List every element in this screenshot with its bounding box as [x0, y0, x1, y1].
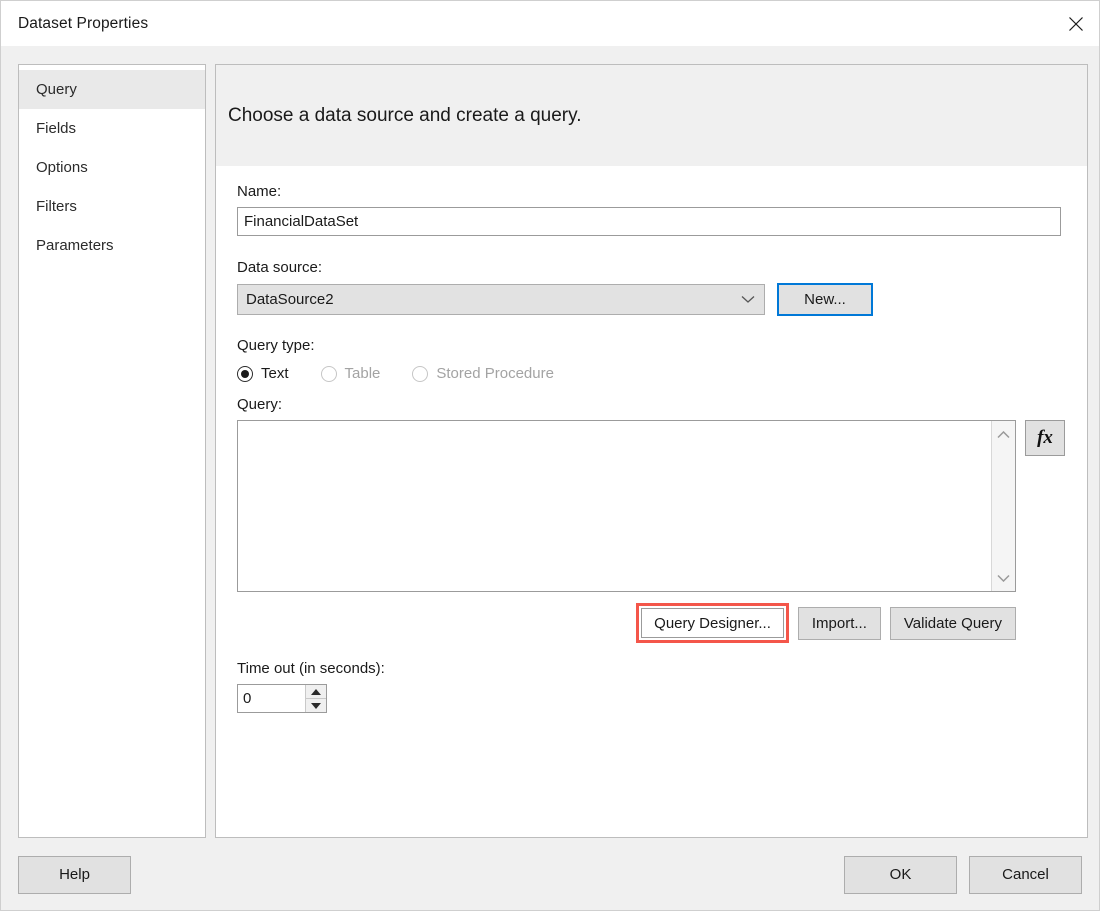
sidebar-item-label: Fields — [36, 120, 76, 137]
ok-button[interactable]: OK — [844, 856, 957, 894]
radio-indicator — [237, 366, 253, 382]
chevron-down-icon[interactable] — [997, 569, 1010, 586]
radio-query-type-table[interactable]: Table — [321, 365, 381, 382]
sidebar-item-filters[interactable]: Filters — [19, 187, 205, 226]
fx-icon: fx — [1037, 427, 1053, 449]
data-source-select[interactable]: DataSource2 — [237, 284, 765, 315]
data-source-label: Data source: — [237, 259, 1065, 276]
radio-label: Text — [261, 365, 289, 382]
timeout-input[interactable] — [238, 685, 305, 712]
import-button[interactable]: Import... — [798, 607, 881, 640]
query-designer-button[interactable]: Query Designer... — [641, 608, 784, 638]
radio-label: Table — [345, 365, 381, 382]
sidebar-item-label: Options — [36, 159, 88, 176]
name-input[interactable] — [237, 207, 1061, 236]
page-title: Choose a data source and create a query. — [228, 105, 582, 127]
radio-indicator — [321, 366, 337, 382]
radio-indicator — [412, 366, 428, 382]
highlight-annotation: Query Designer... — [636, 603, 789, 643]
new-data-source-button[interactable]: New... — [777, 283, 873, 316]
query-label: Query: — [237, 396, 1065, 413]
validate-query-button[interactable]: Validate Query — [890, 607, 1016, 640]
dialog-footer: Help OK Cancel — [1, 839, 1099, 910]
radio-label: Stored Procedure — [436, 365, 554, 382]
content-main: Name: Data source: DataSource2 New... — [216, 166, 1087, 837]
sidebar-nav: Query Fields Options Filters Parameters — [18, 64, 206, 838]
triangle-down-icon[interactable] — [306, 698, 326, 712]
sidebar-item-fields[interactable]: Fields — [19, 109, 205, 148]
sidebar-item-parameters[interactable]: Parameters — [19, 226, 205, 265]
sidebar-item-options[interactable]: Options — [19, 148, 205, 187]
query-scrollbar[interactable] — [991, 421, 1015, 591]
radio-query-type-stored-procedure[interactable]: Stored Procedure — [412, 365, 554, 382]
radio-query-type-text[interactable]: Text — [237, 365, 289, 382]
query-area-row: fx — [237, 420, 1065, 592]
sidebar-item-label: Query — [36, 81, 77, 98]
chevron-up-icon[interactable] — [997, 426, 1010, 443]
data-source-row: DataSource2 New... — [237, 283, 1065, 316]
close-icon[interactable] — [1053, 1, 1099, 46]
timeout-stepper — [237, 684, 327, 713]
dialog-body: Query Fields Options Filters Parameters … — [1, 46, 1099, 839]
query-type-label: Query type: — [237, 337, 1065, 354]
content-panel: Choose a data source and create a query.… — [215, 64, 1088, 838]
window-title: Dataset Properties — [18, 15, 148, 33]
help-button[interactable]: Help — [18, 856, 131, 894]
expression-button[interactable]: fx — [1025, 420, 1065, 456]
triangle-up-icon[interactable] — [306, 685, 326, 698]
query-textarea-wrapper — [237, 420, 1016, 592]
data-source-value: DataSource2 — [246, 291, 334, 308]
sidebar-item-query[interactable]: Query — [19, 70, 205, 109]
chevron-down-icon — [741, 291, 755, 308]
title-bar: Dataset Properties — [1, 1, 1099, 46]
content-header: Choose a data source and create a query. — [216, 65, 1087, 166]
timeout-label: Time out (in seconds): — [237, 660, 1065, 677]
query-type-radio-group: Text Table Stored Procedure — [237, 365, 1065, 382]
query-buttons-row: Query Designer... Import... Validate Que… — [237, 603, 1016, 643]
timeout-stepper-buttons — [305, 685, 326, 712]
query-input[interactable] — [238, 421, 991, 591]
cancel-button[interactable]: Cancel — [969, 856, 1082, 894]
sidebar-item-label: Parameters — [36, 237, 114, 254]
sidebar-item-label: Filters — [36, 198, 77, 215]
name-label: Name: — [237, 183, 1065, 200]
dataset-properties-dialog: Dataset Properties Query Fields Options … — [0, 0, 1100, 911]
